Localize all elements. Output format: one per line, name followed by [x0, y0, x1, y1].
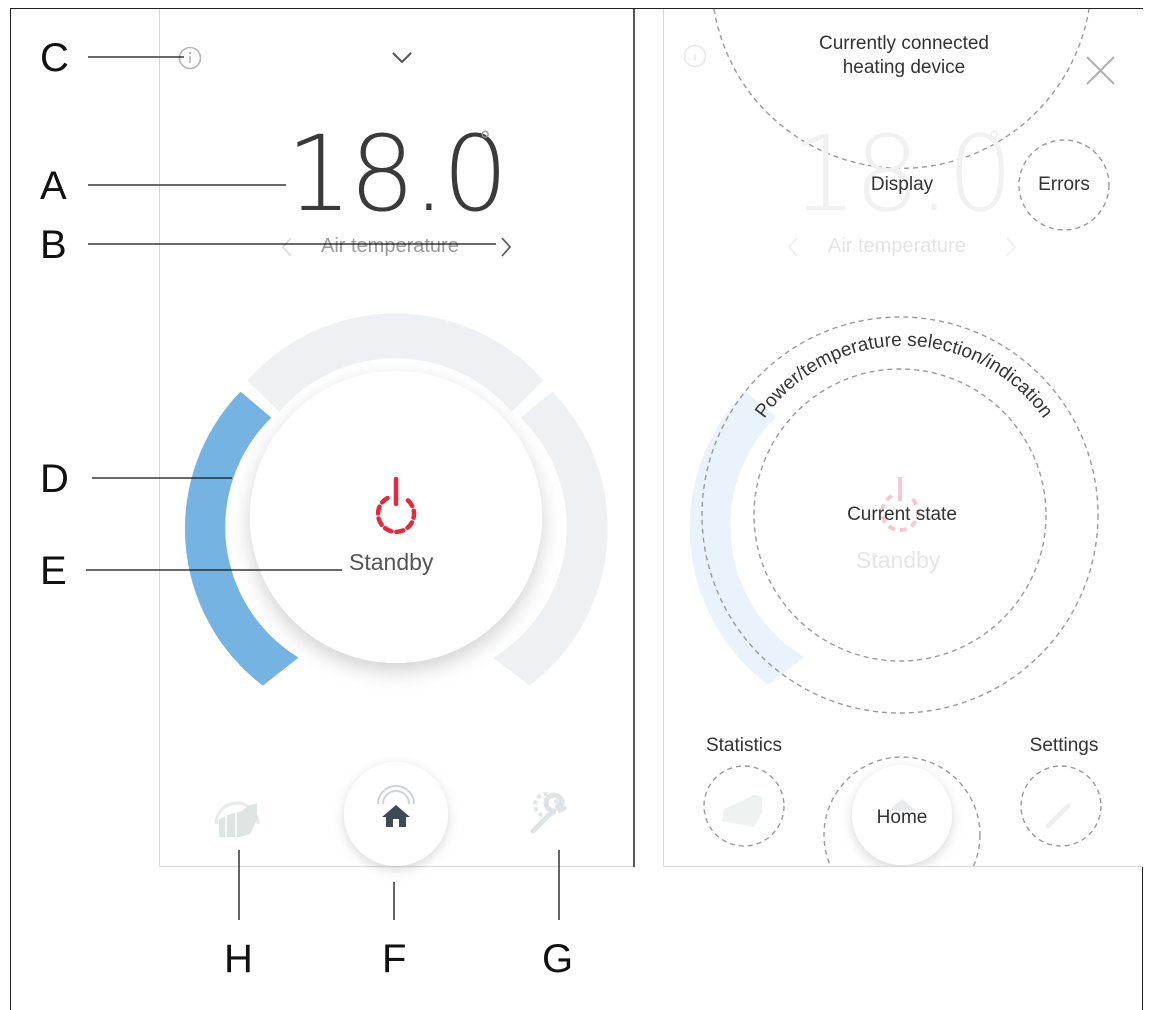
annotation-leaders [86, 56, 560, 920]
annotation-h: H [224, 937, 253, 981]
annotation-g: G [542, 937, 574, 981]
annotation-a: A [40, 164, 67, 208]
annotation-f: F [382, 937, 407, 981]
annotation-c: C [40, 36, 69, 80]
annotation-d: D [40, 457, 69, 501]
annotation-e: E [40, 549, 67, 593]
annotation-b: B [40, 223, 67, 267]
